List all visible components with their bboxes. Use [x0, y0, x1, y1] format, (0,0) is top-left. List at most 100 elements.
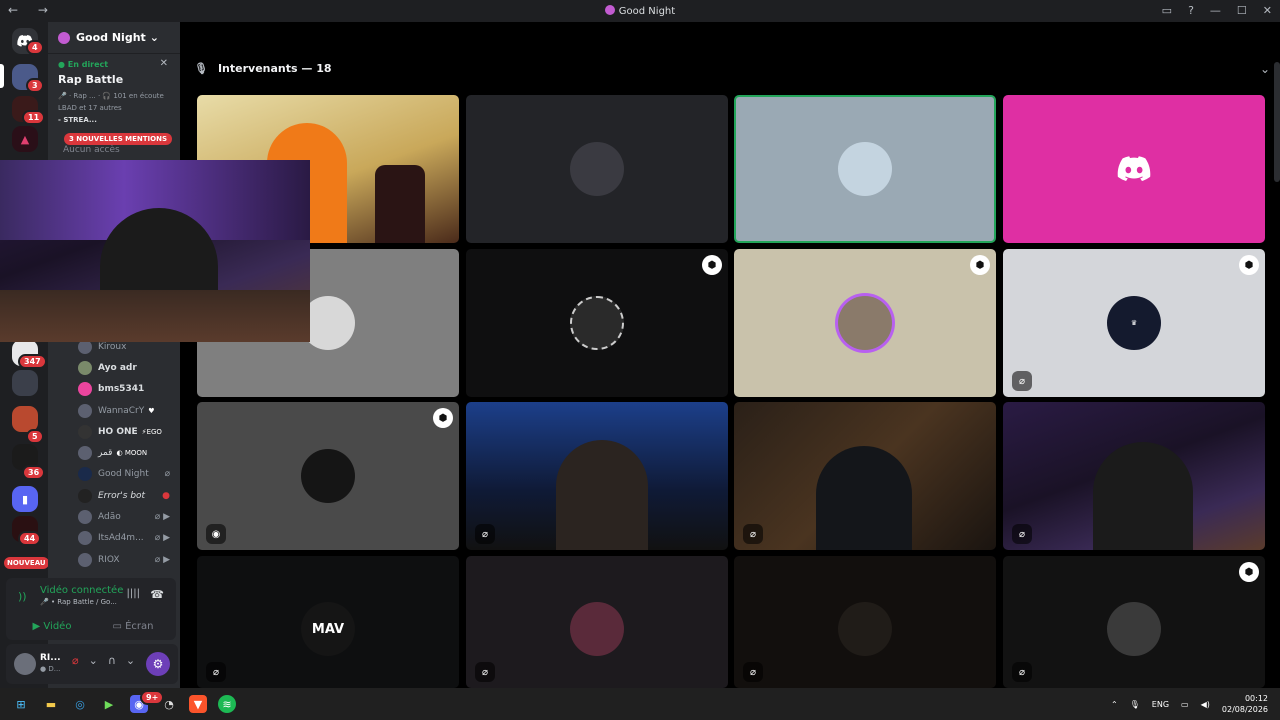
- avatar[interactable]: [14, 653, 36, 675]
- muted-icon: ⌀: [475, 524, 495, 544]
- webcam-feed: [556, 440, 648, 550]
- avatar: [78, 360, 92, 375]
- chevron-down-icon[interactable]: ⌄: [89, 654, 98, 667]
- signal-icon[interactable]: )): [18, 590, 27, 603]
- voice-connection-panel: )) Vidéo connectée 🎤 • Rap Battle / Go..…: [6, 578, 176, 640]
- close-button[interactable]: ✕: [1263, 4, 1272, 17]
- participant-tile[interactable]: ⌀: [734, 402, 996, 550]
- voice-status[interactable]: Vidéo connectée: [40, 585, 123, 596]
- help-icon[interactable]: ?: [1188, 4, 1194, 17]
- list-item[interactable]: HO ONE ⚡EGO: [78, 421, 178, 442]
- participant-tile-speaking[interactable]: [734, 95, 996, 243]
- clock[interactable]: 00:12 02/08/2026: [1222, 693, 1268, 715]
- server-5-icon[interactable]: [12, 370, 38, 396]
- participant-tile[interactable]: ⌀: [734, 556, 996, 688]
- language-indicator[interactable]: ENG: [1152, 700, 1169, 709]
- list-item[interactable]: ItsAd4m... ⌀ ▶: [78, 528, 178, 549]
- server-header[interactable]: Good Night⌄ 👥: [48, 22, 222, 54]
- muted-icon: ⌀: [743, 662, 763, 682]
- chair: [375, 165, 425, 243]
- avatar: [78, 488, 92, 503]
- noise-suppression-icon[interactable]: ||||: [127, 588, 140, 599]
- server-icon: [58, 31, 70, 44]
- network-icon[interactable]: ▭: [1181, 700, 1189, 709]
- muted-icon: ⌀: [475, 662, 495, 682]
- participant-tile[interactable]: ⌀: [466, 556, 728, 688]
- volume-icon[interactable]: ◀): [1201, 700, 1210, 709]
- participant-tile[interactable]: ⬢: [466, 249, 728, 397]
- app-icon[interactable]: ◔: [160, 695, 178, 713]
- brave-icon[interactable]: ▼: [189, 695, 207, 713]
- list-item[interactable]: RIOX ⌀ ▶: [78, 549, 178, 570]
- list-item[interactable]: bms5341: [78, 379, 178, 400]
- folder-icon[interactable]: ▮: [12, 486, 38, 512]
- selected-pill: [0, 64, 4, 88]
- mute-icon[interactable]: ⌀: [72, 654, 79, 667]
- participant-tile[interactable]: [1003, 95, 1265, 243]
- participant-tile[interactable]: ⬢ ⌀: [1003, 556, 1265, 688]
- server-icon: [604, 5, 615, 15]
- windows-taskbar: ⊞ ▬ ◎ ▶ ◉ 9+ ◔ ▼ ≋ ⌃ 🎙 ENG ▭ ◀) 00:12 02/…: [0, 688, 1280, 720]
- settings-gear-icon[interactable]: ⚙: [146, 652, 170, 676]
- list-item[interactable]: Good Night ⌀: [78, 464, 178, 485]
- microphone-icon[interactable]: 🎙: [1130, 700, 1140, 709]
- inbox-icon[interactable]: ▭: [1162, 4, 1172, 17]
- headphones-icon[interactable]: ∩: [108, 654, 116, 667]
- list-item[interactable]: WannaCrY ♥: [78, 400, 178, 421]
- picture-in-picture-video[interactable]: [0, 160, 310, 342]
- rail-badge: 3: [26, 78, 44, 93]
- moderator-shield-icon: ⬢: [702, 255, 722, 275]
- participant-tile[interactable]: ⌀: [466, 402, 728, 550]
- live-tag: ● En direct: [58, 60, 109, 69]
- video-button[interactable]: ▶ Vidéo: [14, 616, 90, 636]
- minimize-button[interactable]: —: [1210, 4, 1221, 17]
- maximize-button[interactable]: ☐: [1237, 4, 1247, 17]
- avatar: [78, 424, 92, 439]
- voice-channel[interactable]: 🎤 • Rap Battle / Go...: [40, 598, 117, 606]
- user-controls: ⌀ ⌄ ∩ ⌄: [72, 654, 135, 667]
- muted-video-icon: ⌀ ▶: [154, 533, 170, 544]
- stage-header: 🎙 Intervenants — 18: [194, 62, 332, 75]
- participant-tile[interactable]: ⌀: [1003, 402, 1265, 550]
- muted-video-icon: ⌀ ▶: [154, 554, 170, 565]
- participant-tile[interactable]: ♛ ⬢ ⌀: [1003, 249, 1265, 397]
- live-channel-name[interactable]: Rap Battle: [58, 73, 170, 86]
- file-explorer-icon[interactable]: ▬: [42, 695, 60, 713]
- participant-tile[interactable]: ⬢ ◉: [197, 402, 459, 550]
- mav-logo-icon: MAV: [301, 602, 355, 656]
- participant-tile[interactable]: [466, 95, 728, 243]
- disconnect-icon[interactable]: ☎: [150, 588, 164, 601]
- moderator-shield-icon: ⬢: [970, 255, 990, 275]
- stream-channel[interactable]: - STREA...: [58, 116, 170, 124]
- chevron-up-icon[interactable]: ⌃: [1111, 700, 1118, 709]
- list-item[interactable]: Adão ⌀ ▶: [78, 506, 178, 527]
- list-item[interactable]: Error's bot ●: [78, 485, 178, 506]
- chevron-down-icon[interactable]: ⌄: [126, 654, 135, 667]
- webcam-feed: [1093, 442, 1193, 550]
- username[interactable]: RI...: [40, 653, 61, 663]
- edge-icon[interactable]: ◎: [71, 695, 89, 713]
- avatar: [78, 531, 92, 546]
- voice-member-list: Kiroux Ayo adr bms5341 WannaCrY ♥ HO ONE ⚡…: [78, 336, 178, 570]
- media-player-icon[interactable]: ▶: [100, 695, 118, 713]
- start-icon[interactable]: ⊞: [12, 695, 30, 713]
- deafened-icon: ⌀: [164, 469, 170, 480]
- muted-icon: ⌀: [1012, 662, 1032, 682]
- window-title: Good Night: [0, 5, 1280, 17]
- screen-share-button[interactable]: ▭ Écran: [96, 616, 170, 636]
- server-3-icon[interactable]: ▲: [12, 126, 38, 152]
- participant-tile[interactable]: MAV ⌀: [197, 556, 459, 688]
- new-badge: NOUVEAU: [4, 557, 49, 569]
- participant-tile[interactable]: ⬢: [734, 249, 996, 397]
- list-item[interactable]: قمر ◐ MOON: [78, 442, 178, 463]
- close-live-icon[interactable]: ✕: [160, 58, 168, 69]
- window-controls: ▭ ? — ☐ ✕: [1162, 4, 1272, 17]
- mentions-banner[interactable]: 3 NOUVELLES MENTIONS: [64, 133, 173, 145]
- live-meta: 🎤 · Rap ... · 🎧 101 en écoute: [58, 92, 164, 100]
- avatar: [78, 467, 92, 482]
- scrollbar[interactable]: [1274, 62, 1280, 182]
- chevron-down-icon[interactable]: ⌄: [1260, 62, 1270, 76]
- avatar: [838, 602, 892, 656]
- list-item[interactable]: Ayo adr: [78, 357, 178, 378]
- spotify-icon[interactable]: ≋: [218, 695, 236, 713]
